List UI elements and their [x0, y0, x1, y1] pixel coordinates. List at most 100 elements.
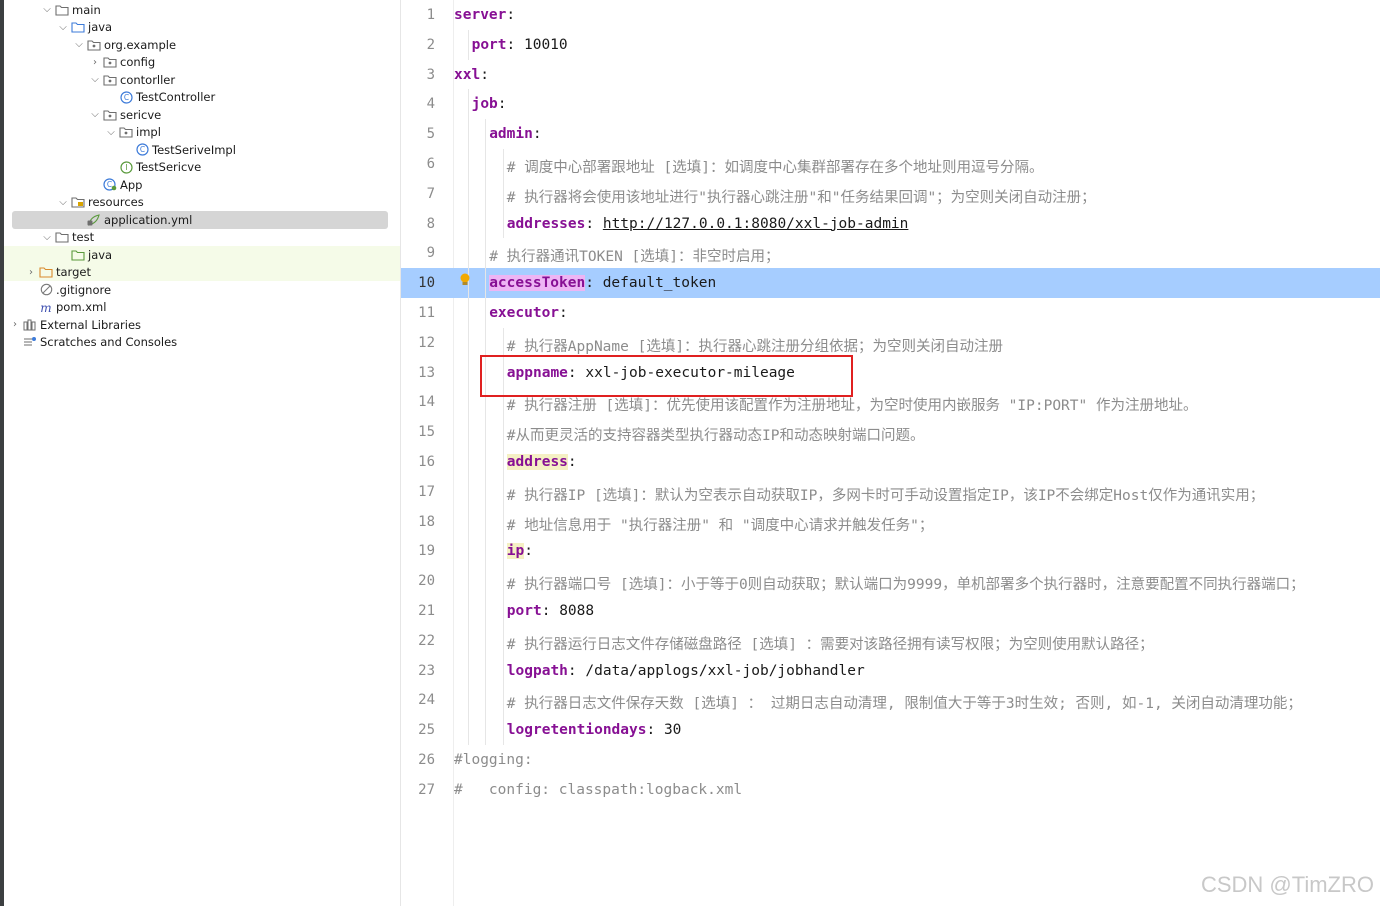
- tree-item-java[interactable]: java: [4, 246, 400, 264]
- code-editor[interactable]: 1 server: 2 port: 10010 3 xxl: 4 job: 5 admin: 6 # …: [401, 0, 1380, 906]
- code-line[interactable]: 22 # 执行器运行日志文件存储磁盘路径 [选填] ：需要对该路径拥有读写权限；为…: [401, 625, 1380, 656]
- chevron-right-icon[interactable]: ›: [24, 267, 38, 278]
- tree-item-application-yml[interactable]: application.yml: [12, 211, 388, 229]
- code-line[interactable]: 8 addresses: http://127.0.0.1:8080/xxl-jo…: [401, 208, 1380, 239]
- code-line[interactable]: 14 # 执行器注册 [选填]：优先使用该配置作为注册地址，为空时使用内嵌服务 "…: [401, 387, 1380, 418]
- chevron-down-icon[interactable]: ⌵: [104, 127, 118, 138]
- tree-item-java[interactable]: ⌵ java: [4, 19, 400, 37]
- code-line[interactable]: 1 server:: [401, 0, 1380, 30]
- yaml-key: port: [471, 36, 507, 53]
- chevron-down-icon[interactable]: ⌵: [40, 232, 54, 243]
- yaml-value: :: [559, 305, 568, 321]
- chevron-right-icon[interactable]: ›: [88, 57, 102, 68]
- code-line[interactable]: 18 # 地址信息用于 "执行器注册" 和 "调度中心请求并触发任务"；: [401, 506, 1380, 537]
- code-line[interactable]: 12 # 执行器AppName [选填]：执行器心跳注册分组依据；为空则关闭自动注…: [401, 327, 1380, 358]
- chevron-down-icon[interactable]: ⌵: [56, 22, 70, 33]
- tree-item-app[interactable]: C App: [4, 176, 400, 194]
- indent-guide: [467, 29, 469, 60]
- tree-item-testcontroller[interactable]: C TestController: [4, 89, 400, 107]
- code-line[interactable]: 17 # 执行器IP [选填]：默认为空表示自动获取IP，多网卡时可手动设置指定I…: [401, 476, 1380, 507]
- chevron-down-icon[interactable]: ⌵: [88, 74, 102, 85]
- watermark: CSDN @TimZRO: [1200, 872, 1374, 897]
- code-line[interactable]: 24 # 执行器日志文件保存天数 [选填] ： 过期日志自动清理, 限制值大于等于…: [401, 685, 1380, 716]
- code-text: # 地址信息用于 "执行器注册" 和 "调度中心请求并触发任务"；: [507, 514, 934, 535]
- tree-item-test[interactable]: ⌵ test: [4, 229, 400, 247]
- code-line[interactable]: 5 admin:: [401, 119, 1380, 149]
- yaml-key: address: [506, 454, 568, 470]
- code-line[interactable]: 15 #从而更灵活的支持容器类型执行器动态IP和动态映射端口问题。: [401, 417, 1380, 447]
- indent-guide: [467, 298, 469, 328]
- tree-item-label: resources: [88, 195, 144, 210]
- indent-guide: [502, 149, 504, 179]
- yaml-comment: # 执行器IP [选填]：默认为空表示自动获取IP，多网卡时可手动设置指定IP，…: [506, 487, 1265, 504]
- code-line[interactable]: 13 appname: xxl-job-executor-mileage: [401, 357, 1380, 388]
- code-line[interactable]: 19 ip:: [401, 536, 1380, 567]
- yaml-file-icon: [86, 213, 102, 227]
- tree-item-scratches-and-consoles[interactable]: Scratches and Consoles: [4, 334, 400, 352]
- chevron-down-icon[interactable]: ⌵: [88, 109, 102, 120]
- code-line[interactable]: 10 accessToken: default_token: [401, 268, 1380, 298]
- tree-item-org-example[interactable]: ⌵ org.example: [4, 36, 400, 54]
- line-number: 19: [418, 543, 435, 560]
- code-line[interactable]: 7 # 执行器将会使用该地址进行"执行器心跳注册"和"任务结果回调"；为空则关闭自…: [401, 178, 1380, 209]
- yaml-value: :: [506, 7, 516, 23]
- indent-guide: [485, 625, 487, 656]
- code-text: #logging:: [454, 752, 533, 768]
- tree-item-sericve[interactable]: ⌵ sericve: [4, 106, 400, 124]
- code-line[interactable]: 26 #logging:: [401, 745, 1380, 775]
- tree-item-config[interactable]: › config: [4, 54, 400, 72]
- indent-guide: [502, 208, 504, 239]
- code-text: # 执行器通讯TOKEN [选填]：非空时启用；: [489, 245, 779, 266]
- yaml-comment: # 执行器将会使用该地址进行"执行器心跳注册"和"任务结果回调"；为空则关闭自动…: [506, 189, 1096, 206]
- line-number: 25: [418, 722, 435, 739]
- code-text: xxl:: [454, 67, 489, 83]
- code-line[interactable]: 16 address:: [401, 447, 1380, 477]
- line-number: 13: [418, 364, 435, 381]
- code-line[interactable]: 25 logretentiondays: 30: [401, 715, 1380, 745]
- code-line[interactable]: 9 # 执行器通讯TOKEN [选填]：非空时启用；: [401, 238, 1380, 269]
- yaml-key: executor: [489, 305, 560, 321]
- tree-item-contorller[interactable]: ⌵ contorller: [4, 71, 400, 89]
- yaml-value: :: [532, 126, 542, 143]
- tree-item-resources[interactable]: ⌵ resources: [4, 194, 400, 212]
- indent-guide: [467, 119, 469, 149]
- tree-item-impl[interactable]: ⌵ impl: [4, 124, 400, 142]
- indent-guide: [502, 536, 504, 567]
- tree-item-label: config: [120, 55, 156, 70]
- indent-guide: [467, 715, 469, 745]
- line-number: 7: [426, 185, 435, 202]
- indent-guide: [485, 298, 487, 328]
- code-line[interactable]: 27 # config: classpath:logback.xml: [401, 775, 1380, 805]
- tree-item-target[interactable]: › target: [4, 263, 400, 281]
- indent-guide: [485, 506, 487, 537]
- code-text: port: 10010: [472, 37, 568, 53]
- code-line[interactable]: 23 logpath: /data/applogs/xxl-job/jobhand…: [401, 655, 1380, 686]
- chevron-right-icon[interactable]: ›: [8, 319, 22, 330]
- code-line[interactable]: 4 job:: [401, 89, 1380, 120]
- tree-item-pom-xml[interactable]: m pom.xml: [4, 299, 400, 317]
- tree-item-testseriveimpl[interactable]: C TestSeriveImpl: [4, 141, 400, 159]
- svg-text:m: m: [40, 301, 51, 314]
- package-icon: [86, 38, 102, 52]
- code-line[interactable]: 2 port: 10010: [401, 29, 1380, 60]
- tree-item-gitignore[interactable]: .gitignore: [4, 281, 400, 299]
- indent-guide: [467, 506, 469, 537]
- tree-item-main[interactable]: ⌵ main: [4, 1, 400, 19]
- code-text: logretentiondays: 30: [507, 722, 682, 738]
- yaml-value: :: [506, 36, 524, 53]
- chevron-down-icon[interactable]: ⌵: [56, 197, 70, 208]
- code-line[interactable]: 3 xxl:: [401, 60, 1380, 90]
- code-line[interactable]: 6 # 调度中心部署跟地址 [选填]：如调度中心集群部署存在多个地址则用逗号分隔。: [401, 149, 1380, 179]
- chevron-down-icon[interactable]: ⌵: [40, 4, 54, 15]
- code-line[interactable]: 11 executor:: [401, 298, 1380, 328]
- indent-guide: [485, 327, 487, 358]
- lightbulb-icon[interactable]: [459, 272, 471, 290]
- code-line[interactable]: 20 # 执行器端口号 [选填]：小于等于0则自动获取；默认端口为9999，单机部…: [401, 566, 1380, 596]
- yaml-key: server: [454, 7, 507, 23]
- tree-item-testsericve[interactable]: I TestSericve: [4, 159, 400, 177]
- code-line[interactable]: 21 port: 8088: [401, 596, 1380, 626]
- yaml-key: ip: [506, 543, 525, 560]
- chevron-down-icon[interactable]: ⌵: [72, 39, 86, 50]
- indent-guide: [467, 685, 469, 716]
- tree-item-external-libraries[interactable]: › External Libraries: [4, 316, 400, 334]
